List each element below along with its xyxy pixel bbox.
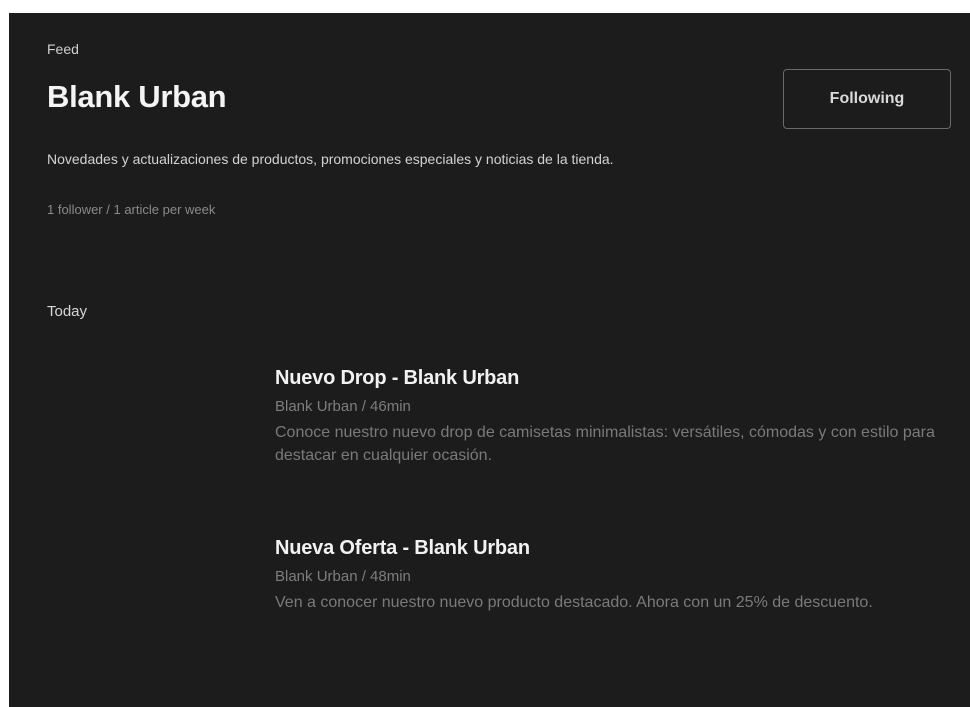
feed-stats: 1 follower / 1 article per week [47, 202, 216, 217]
article-item[interactable]: Nueva Oferta - Blank Urban Blank Urban /… [275, 535, 945, 614]
section-heading-today: Today [47, 303, 88, 320]
article-title[interactable]: Nueva Oferta - Blank Urban [275, 535, 945, 561]
article-title[interactable]: Nuevo Drop - Blank Urban [275, 365, 945, 391]
article-item[interactable]: Nuevo Drop - Blank Urban Blank Urban / 4… [275, 365, 945, 467]
feed-panel: Feed Blank Urban Following Novedades y a… [9, 13, 970, 707]
article-snippet: Ven a conocer nuestro nuevo producto des… [275, 594, 873, 611]
article-snippet: Conoce nuestro nuevo drop de camisetas m… [275, 424, 935, 464]
article-meta: Blank Urban / 46min [275, 398, 411, 415]
following-button[interactable]: Following [783, 69, 951, 129]
article-meta: Blank Urban / 48min [275, 568, 411, 585]
page-title: Blank Urban [47, 79, 227, 114]
feed-description: Novedades y actualizaciones de productos… [47, 151, 614, 167]
breadcrumb[interactable]: Feed [47, 41, 79, 57]
